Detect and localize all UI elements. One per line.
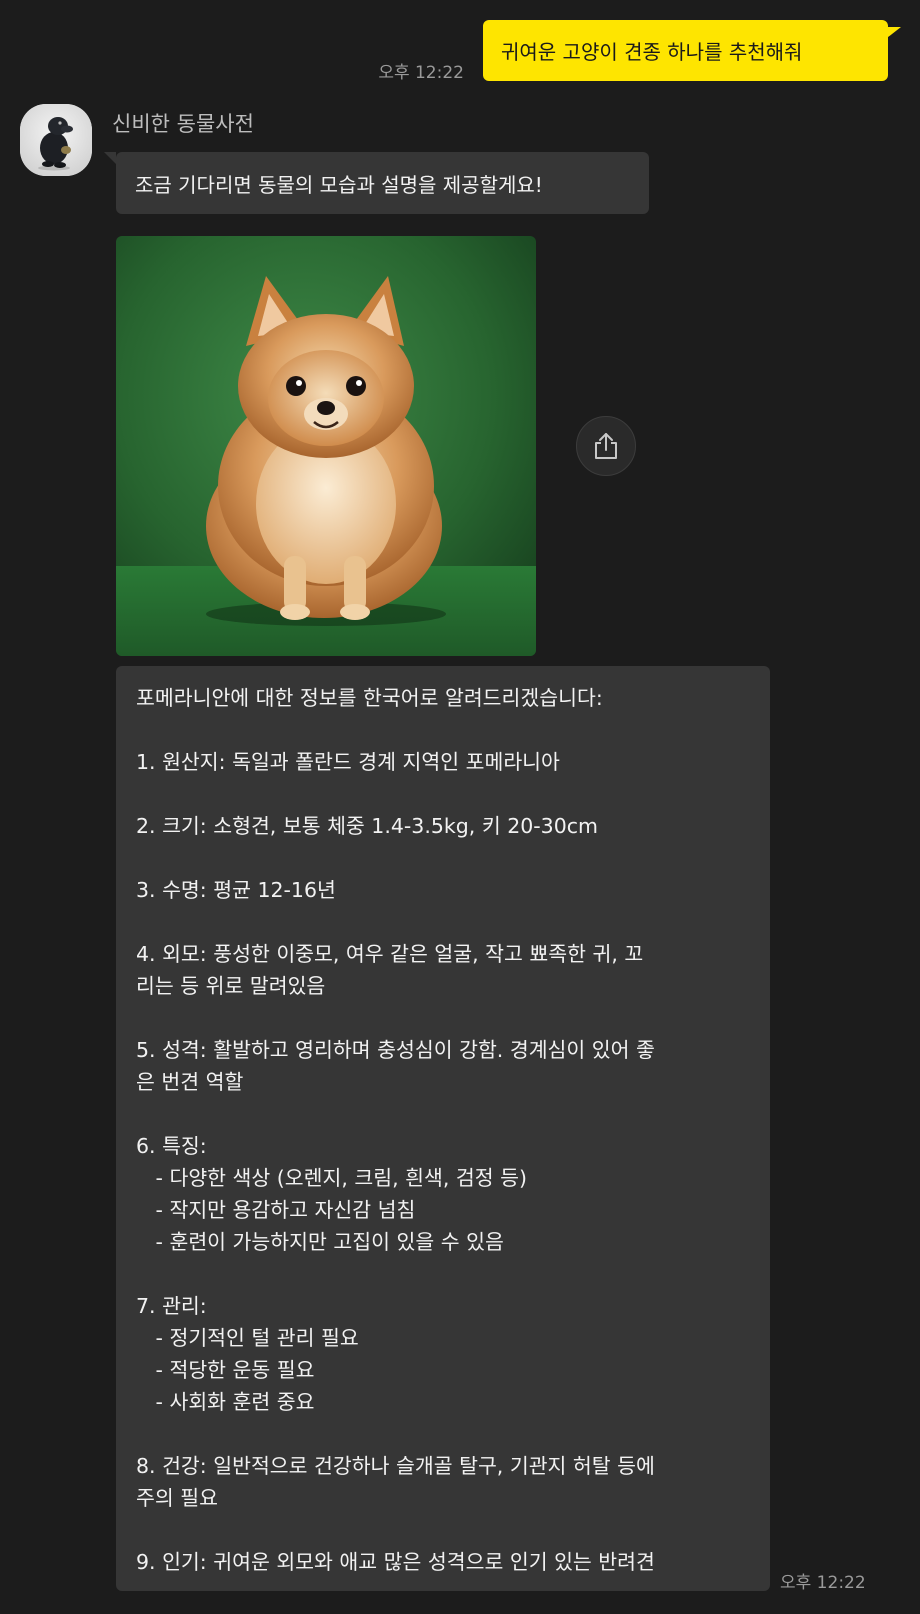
info-item-personality-line1: 5. 성격: 활발하고 영리하며 충성심이 강함. 경계심이 있어 좋 bbox=[136, 1038, 655, 1062]
info-item-care-sub: - 정기적인 털 관리 필요 bbox=[136, 1326, 359, 1350]
info-item-features-sub: - 작지만 용감하고 자신감 넘침 bbox=[136, 1198, 416, 1222]
sender-avatar[interactable] bbox=[20, 104, 92, 176]
incoming-bubble-tail bbox=[104, 152, 116, 164]
info-item-features-sub: - 다양한 색상 (오렌지, 크림, 흰색, 검정 등) bbox=[136, 1166, 528, 1190]
outgoing-message-text: 귀여운 고양이 견종 하나를 추천해줘 bbox=[501, 40, 803, 64]
pomeranian-photo[interactable] bbox=[116, 236, 536, 656]
info-item-health-line2: 주의 필요 bbox=[136, 1486, 218, 1510]
share-button[interactable] bbox=[576, 416, 636, 476]
incoming-greeting-bubble[interactable]: 조금 기다리면 동물의 모습과 설명을 제공할게요! bbox=[116, 152, 649, 214]
outgoing-message-bubble[interactable]: 귀여운 고양이 견종 하나를 추천해줘 bbox=[483, 20, 888, 81]
info-item-origin: 1. 원산지: 독일과 폴란드 경계 지역인 포메라니아 bbox=[136, 750, 560, 774]
share-icon bbox=[595, 433, 617, 459]
info-item-care-sub: - 적당한 운동 필요 bbox=[136, 1358, 315, 1382]
info-item-lifespan: 3. 수명: 평균 12-16년 bbox=[136, 878, 336, 902]
info-item-appearance-line1: 4. 외모: 풍성한 이중모, 여우 같은 얼굴, 작고 뾰족한 귀, 꼬 bbox=[136, 942, 644, 966]
info-item-personality-line2: 은 번견 역할 bbox=[136, 1070, 244, 1094]
sender-name: 신비한 동물사전 bbox=[112, 112, 254, 136]
info-item-appearance-line2: 리는 등 위로 말려있음 bbox=[136, 974, 326, 998]
info-item-health-line1: 8. 건강: 일반적으로 건강하나 슬개골 탈구, 기관지 허탈 등에 bbox=[136, 1454, 655, 1478]
info-item-features-sub: - 훈련이 가능하지만 고집이 있을 수 있음 bbox=[136, 1230, 504, 1254]
niffler-creature-avatar-icon bbox=[20, 104, 92, 176]
incoming-greeting-text: 조금 기다리면 동물의 모습과 설명을 제공할게요! bbox=[135, 172, 543, 197]
info-intro: 포메라니안에 대한 정보를 한국어로 알려드리겠습니다: bbox=[136, 686, 603, 710]
info-item-features-title: 6. 특징: bbox=[136, 1134, 207, 1158]
info-item-popularity: 9. 인기: 귀여운 외모와 애교 많은 성격으로 인기 있는 반려견 bbox=[136, 1550, 655, 1574]
info-item-care-title: 7. 관리: bbox=[136, 1294, 207, 1318]
pomeranian-image-icon bbox=[116, 236, 536, 656]
outgoing-message-time: 오후 12:22 bbox=[378, 63, 464, 83]
incoming-info-bubble[interactable]: 포메라니안에 대한 정보를 한국어로 알려드리겠습니다: 1. 원산지: 독일과… bbox=[116, 666, 770, 1591]
incoming-message-time: 오후 12:22 bbox=[780, 1573, 866, 1593]
info-item-care-sub: - 사회화 훈련 중요 bbox=[136, 1390, 315, 1414]
info-item-size: 2. 크기: 소형견, 보통 체중 1.4-3.5kg, 키 20-30cm bbox=[136, 814, 599, 838]
